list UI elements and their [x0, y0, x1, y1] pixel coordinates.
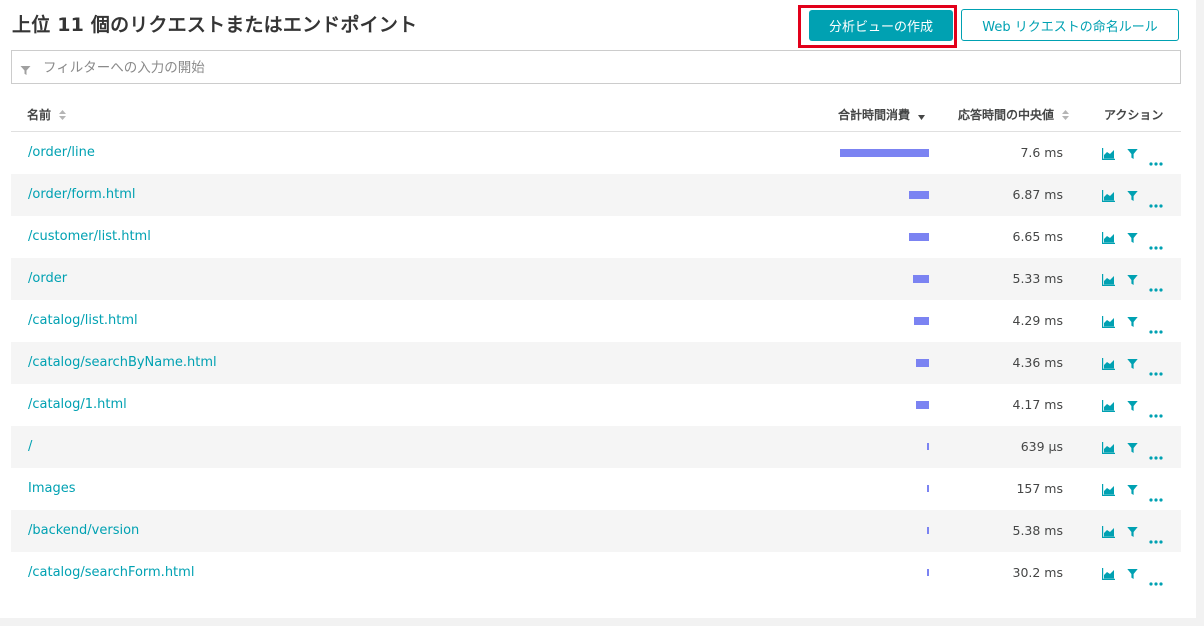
sort-desc-icon: [918, 109, 926, 123]
more-icon[interactable]: [1149, 319, 1163, 338]
table-row: /catalog/searchByName.html 4.36 ms: [11, 342, 1181, 384]
endpoint-link[interactable]: /catalog/searchByName.html: [28, 355, 217, 370]
table-row: /catalog/searchForm.html 30.2 ms: [11, 552, 1181, 594]
total-time-bar: [913, 275, 929, 283]
table-row: /order/line 7.6 ms: [11, 132, 1181, 174]
page-title: 上位 11 個のリクエストまたはエンドポイント: [12, 14, 418, 36]
column-label-name: 名前: [27, 108, 52, 122]
median-response-time: 7.6 ms: [1020, 145, 1063, 160]
filter-bar[interactable]: [11, 50, 1181, 84]
median-response-time: 5.33 ms: [1012, 271, 1064, 286]
median-response-time: 5.38 ms: [1012, 523, 1064, 538]
column-label-total-time: 合計時間消費: [838, 108, 911, 122]
median-response-time: 6.65 ms: [1012, 229, 1064, 244]
column-label-median: 応答時間の中央値: [958, 108, 1055, 122]
median-response-time: 6.87 ms: [1012, 187, 1064, 202]
total-time-bar: [840, 149, 929, 157]
endpoint-link[interactable]: Images: [28, 481, 76, 496]
endpoint-link[interactable]: /: [28, 439, 32, 454]
median-response-time: 30.2 ms: [1012, 565, 1064, 580]
total-time-bar: [927, 443, 929, 450]
create-analysis-view-button[interactable]: 分析ビューの作成: [809, 10, 953, 41]
more-icon[interactable]: [1149, 487, 1163, 506]
table-row: /order/form.html 6.87 ms: [11, 174, 1181, 216]
table-row: /customer/list.html 6.65 ms: [11, 216, 1181, 258]
endpoint-link[interactable]: /backend/version: [28, 523, 139, 538]
more-icon[interactable]: [1149, 235, 1163, 254]
more-icon[interactable]: [1149, 151, 1163, 170]
endpoint-link[interactable]: /order/form.html: [28, 187, 135, 202]
chart-icon[interactable]: [1101, 355, 1115, 374]
column-header-name[interactable]: 名前: [27, 106, 67, 123]
column-header-median[interactable]: 応答時間の中央値: [958, 106, 1070, 123]
endpoint-link[interactable]: /customer/list.html: [28, 229, 151, 244]
table-row: /order 5.33 ms: [11, 258, 1181, 300]
table-row: /catalog/1.html 4.17 ms: [11, 384, 1181, 426]
funnel-icon: [20, 61, 31, 80]
total-time-bar: [927, 527, 929, 534]
endpoint-link[interactable]: /order/line: [28, 145, 95, 160]
total-time-bar: [909, 191, 929, 199]
table-row: / 639 μs: [11, 426, 1181, 468]
endpoint-link[interactable]: /order: [28, 271, 67, 286]
median-response-time: 157 ms: [1016, 481, 1063, 496]
funnel-icon[interactable]: [1127, 397, 1138, 416]
funnel-icon[interactable]: [1127, 145, 1138, 164]
filter-input[interactable]: [41, 52, 1175, 84]
funnel-icon[interactable]: [1127, 439, 1138, 458]
table-header: 名前 合計時間消費 応答時間の中央値 アクション: [11, 98, 1181, 132]
web-request-naming-rules-button[interactable]: Web リクエストの命名ルール: [961, 9, 1179, 41]
funnel-icon[interactable]: [1127, 271, 1138, 290]
more-icon[interactable]: [1149, 403, 1163, 422]
column-header-actions: アクション: [1104, 108, 1164, 122]
funnel-icon[interactable]: [1127, 187, 1138, 206]
median-response-time: 639 μs: [1020, 439, 1063, 454]
endpoint-link[interactable]: /catalog/1.html: [28, 397, 127, 412]
chart-icon[interactable]: [1101, 187, 1115, 206]
median-response-time: 4.17 ms: [1012, 397, 1064, 412]
more-icon[interactable]: [1149, 193, 1163, 212]
sort-icon: [1062, 109, 1070, 123]
more-icon[interactable]: [1149, 529, 1163, 548]
median-response-time: 4.36 ms: [1012, 355, 1064, 370]
sort-icon: [59, 109, 67, 123]
table-row: /catalog/list.html 4.29 ms: [11, 300, 1181, 342]
total-time-bar: [909, 233, 929, 241]
more-icon[interactable]: [1149, 571, 1163, 590]
chart-icon[interactable]: [1101, 439, 1115, 458]
table-row: Images 157 ms: [11, 468, 1181, 510]
median-response-time: 4.29 ms: [1012, 313, 1064, 328]
table-row: /backend/version 5.38 ms: [11, 510, 1181, 552]
total-time-bar: [916, 401, 929, 409]
chart-icon[interactable]: [1101, 523, 1115, 542]
chart-icon[interactable]: [1101, 313, 1115, 332]
more-icon[interactable]: [1149, 445, 1163, 464]
funnel-icon[interactable]: [1127, 229, 1138, 248]
chart-icon[interactable]: [1101, 397, 1115, 416]
total-time-bar: [927, 485, 929, 492]
funnel-icon[interactable]: [1127, 565, 1138, 584]
endpoint-link[interactable]: /catalog/searchForm.html: [28, 565, 194, 580]
total-time-bar: [927, 569, 929, 576]
funnel-icon[interactable]: [1127, 313, 1138, 332]
more-icon[interactable]: [1149, 361, 1163, 380]
chart-icon[interactable]: [1101, 145, 1115, 164]
chart-icon[interactable]: [1101, 565, 1115, 584]
total-time-bar: [914, 317, 929, 325]
total-time-bar: [916, 359, 929, 367]
funnel-icon[interactable]: [1127, 355, 1138, 374]
funnel-icon[interactable]: [1127, 481, 1138, 500]
chart-icon[interactable]: [1101, 229, 1115, 248]
endpoints-panel: 上位 11 個のリクエストまたはエンドポイント 分析ビューの作成 Web リクエ…: [0, 0, 1196, 618]
column-header-total-time[interactable]: 合計時間消費: [838, 106, 926, 123]
endpoint-link[interactable]: /catalog/list.html: [28, 313, 138, 328]
chart-icon[interactable]: [1101, 481, 1115, 500]
chart-icon[interactable]: [1101, 271, 1115, 290]
more-icon[interactable]: [1149, 277, 1163, 296]
funnel-icon[interactable]: [1127, 523, 1138, 542]
